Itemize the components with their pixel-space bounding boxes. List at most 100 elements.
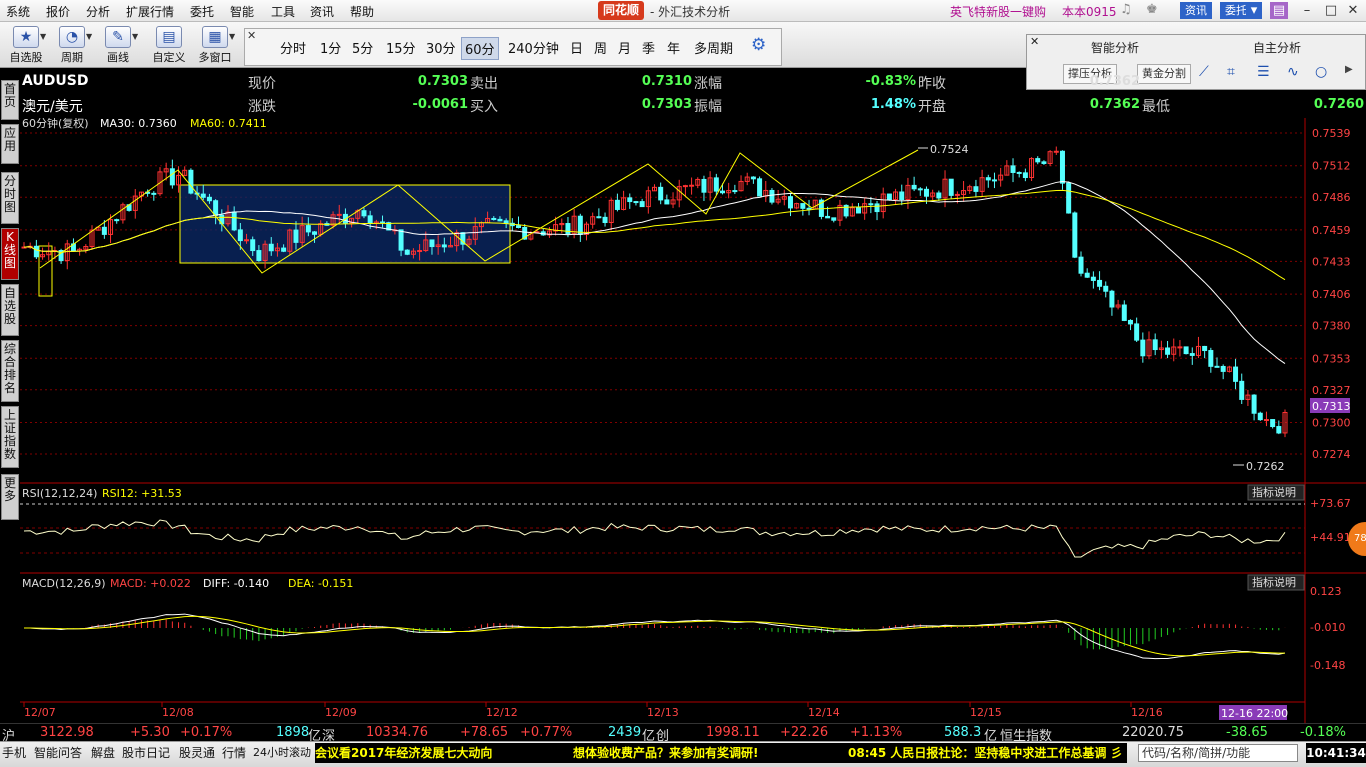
candle-body (868, 203, 874, 206)
maximize-icon[interactable]: □ (1322, 2, 1340, 19)
ticker-item[interactable]: 会议看2017年经济发展七大动向 (315, 746, 492, 760)
rsi-tick: +44.91 (1310, 531, 1351, 544)
status-diary[interactable]: 股市日记 (122, 744, 170, 761)
candle-body (831, 217, 837, 221)
candle-body (213, 200, 219, 216)
candle-body (1165, 347, 1171, 355)
selection-box (38, 184, 511, 297)
menu-quote[interactable]: 报价 (46, 3, 70, 20)
period-1m[interactable]: 1分 (317, 37, 344, 58)
value-low: 0.7260 (1313, 97, 1364, 112)
candle-body (614, 199, 620, 210)
price-tick: 0.7459 (1312, 224, 1351, 237)
candle-body (1121, 304, 1127, 321)
grid-icon: ▦ (202, 26, 228, 48)
gear-icon[interactable]: ⚙ (751, 35, 766, 55)
current-price-label: 0.7313 (1312, 400, 1351, 413)
period-year[interactable]: 年 (664, 37, 683, 58)
candle-body (1263, 419, 1269, 422)
period-15m[interactable]: 15分 (383, 37, 419, 58)
period-season[interactable]: 季 (639, 37, 658, 58)
status-mobile[interactable]: 手机 (2, 744, 26, 761)
status-jiepan[interactable]: 解盘 (91, 744, 115, 761)
candle-body (361, 210, 367, 217)
menu-trade[interactable]: 委托 (190, 3, 214, 20)
candle-body (1239, 380, 1245, 400)
candle-body (732, 190, 738, 193)
menu-help[interactable]: 帮助 (350, 3, 374, 20)
chevron-down-icon[interactable]: ▼ (229, 32, 235, 41)
date-label: 12/13 (647, 706, 679, 719)
candle-body (1202, 345, 1208, 352)
period-60m[interactable]: 60分 (461, 37, 499, 60)
shirt-icon[interactable]: ♚ (1146, 2, 1158, 17)
ticker-item[interactable]: 想体验收费产品？来参加有奖调研! (573, 743, 758, 763)
sh-volume: 1898 (276, 725, 310, 740)
chevron-down-icon[interactable]: ▼ (86, 32, 92, 41)
smart-analysis-title[interactable]: 智能分析 (1091, 39, 1139, 56)
candle-body (1208, 350, 1214, 367)
favorites-button[interactable]: ★ 自选股 (6, 24, 46, 66)
search-input[interactable]: 代码/名称/简拼/功能 (1138, 744, 1298, 762)
menu-smart[interactable]: 智能 (230, 3, 254, 20)
period-button[interactable]: ◔ 周期 (52, 24, 92, 66)
period-5m[interactable]: 5分 (349, 37, 376, 58)
period-multi[interactable]: 多周期 (691, 37, 736, 58)
chevron-down-icon[interactable]: ▼ (132, 32, 138, 41)
draw-line-button[interactable]: ✎ 画线 (98, 24, 138, 66)
candle-body (825, 215, 831, 219)
close-icon[interactable]: ✕ (247, 29, 256, 42)
price-tick: 0.7486 (1312, 191, 1351, 204)
menu-news[interactable]: 资讯 (310, 3, 334, 20)
candle-body (750, 176, 756, 180)
candle-body (806, 207, 812, 210)
candle-body (1059, 150, 1065, 184)
label-low: 最低 (1142, 99, 1170, 115)
close-icon[interactable]: ✕ (1344, 2, 1362, 19)
label-bid: 买入 (470, 99, 498, 115)
period-week[interactable]: 周 (591, 37, 610, 58)
menu-tools[interactable]: 工具 (271, 3, 295, 20)
news-pill-button[interactable]: 资讯 (1180, 2, 1212, 19)
minimize-icon[interactable]: – (1298, 2, 1316, 19)
chevron-down-icon[interactable]: ▾ (1246, 2, 1262, 19)
multi-window-button[interactable]: ▦ 多窗口 (195, 24, 235, 66)
period-30m[interactable]: 30分 (423, 37, 459, 58)
ticker-item[interactable]: 08:45 人民日报社论：坚持稳中求进工作总基调 彡 (848, 743, 1123, 763)
cy-value: 1998.11 (706, 725, 760, 740)
custom-button[interactable]: ▤ 自定义 (149, 24, 189, 66)
status-quote[interactable]: 行情 (222, 744, 246, 761)
candle-body (151, 192, 157, 195)
news-ticker[interactable]: 会议看2017年经济发展七大动向 想体验收费产品？来参加有奖调研! 08:45 … (315, 743, 1127, 763)
candle-body (911, 184, 917, 190)
status-24h[interactable]: 24小时滚动 (253, 744, 311, 760)
value-amplitude: 1.48% (870, 97, 916, 112)
period-240m[interactable]: 240分钟 (505, 37, 562, 58)
period-month[interactable]: 月 (615, 37, 634, 58)
status-qa[interactable]: 智能问答 (34, 744, 82, 761)
chevron-down-icon[interactable]: ▼ (40, 32, 46, 41)
promo-link[interactable]: 英飞特新股一键购 (950, 3, 1046, 20)
close-icon[interactable]: ✕ (1030, 35, 1039, 48)
candle-body (973, 186, 979, 192)
sz-value: 10334.76 (366, 725, 429, 740)
candle-body (429, 239, 435, 248)
tab-home[interactable]: 首页 (1, 80, 19, 120)
status-gulingtong[interactable]: 股灵通 (179, 744, 215, 761)
chart-area[interactable]: 0.7539 0.7512 0.7486 0.7459 0.7433 0.7406 0.73… (0, 118, 1366, 723)
candle-body (312, 231, 318, 235)
period-day[interactable]: 日 (567, 37, 586, 58)
candle-body (991, 179, 997, 182)
macd-value: MACD: +0.022 (110, 577, 191, 590)
candle-body (1140, 339, 1146, 357)
self-analysis-title[interactable]: 自主分析 (1253, 39, 1301, 56)
period-fenshi[interactable]: 分时 (277, 37, 309, 58)
high-marker: 0.7524 (930, 143, 969, 156)
bell-icon[interactable]: ♫ (1120, 2, 1132, 17)
menu-analysis[interactable]: 分析 (86, 3, 110, 20)
label-prev-close: 昨收 (918, 76, 946, 92)
menu-icon[interactable]: ▤ (1270, 2, 1288, 19)
menu-extended[interactable]: 扩展行情 (126, 3, 174, 20)
menu-system[interactable]: 系统 (6, 3, 30, 20)
account-name[interactable]: 本本0915 (1062, 3, 1117, 20)
